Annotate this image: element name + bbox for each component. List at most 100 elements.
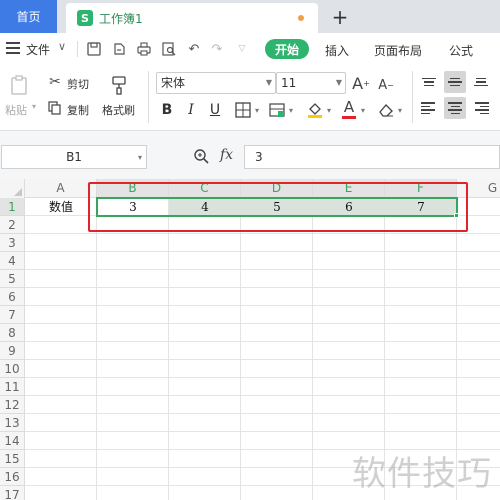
spreadsheet-icon: S xyxy=(77,10,93,26)
gridline xyxy=(25,341,500,342)
tab-bar: 首页 S 工作簿1 + xyxy=(0,0,500,33)
eraser-icon[interactable] xyxy=(377,101,395,119)
gridline xyxy=(25,269,500,270)
chevron-down-icon[interactable]: ▾ xyxy=(289,106,293,115)
font-size-select[interactable]: 11 ▼ xyxy=(276,72,346,94)
align-left-icon[interactable] xyxy=(418,97,440,119)
align-center-icon[interactable] xyxy=(444,97,466,119)
gridline xyxy=(25,431,500,432)
row-header-9[interactable]: 9 xyxy=(0,342,25,360)
row-header-10[interactable]: 10 xyxy=(0,360,25,378)
gridline xyxy=(25,287,500,288)
export-icon[interactable] xyxy=(111,41,127,57)
chevron-down-icon: ▾ xyxy=(137,153,142,162)
shrink-font-button[interactable]: A − xyxy=(377,76,395,94)
gridline xyxy=(25,233,500,234)
select-all-corner[interactable] xyxy=(0,179,25,198)
formula-input[interactable]: 3 xyxy=(244,145,500,169)
unsaved-dot-icon xyxy=(298,15,304,21)
format-painter-icon[interactable] xyxy=(108,73,130,97)
quick-access-dropdown-icon[interactable]: ▽ xyxy=(234,41,250,57)
chevron-down-icon[interactable]: ▾ xyxy=(255,106,259,115)
paste-button[interactable]: 粘贴 xyxy=(5,102,27,118)
scissors-icon: ✂ xyxy=(49,74,61,90)
gridline xyxy=(25,305,500,306)
tab-workbook[interactable]: S 工作簿1 xyxy=(66,3,318,33)
row-header-5[interactable]: 5 xyxy=(0,270,25,288)
watermark: 软件技巧 xyxy=(352,454,492,494)
new-tab-button[interactable]: + xyxy=(329,3,351,31)
cell-style-icon[interactable] xyxy=(268,101,286,119)
row-header-3[interactable]: 3 xyxy=(0,234,25,252)
chevron-down-icon[interactable]: ▾ xyxy=(398,106,402,115)
ribbon: 粘贴 ▾ ✂ 剪切 复制 格式刷 宋体 ▼ 11 ▼ A + A − B I U ▾… xyxy=(0,65,500,131)
menu-bar: 文件 ∨ ↶ ↷ ▽ 开始 插入 页面布局 公式 xyxy=(0,33,500,65)
tab-page-layout[interactable]: 页面布局 xyxy=(374,42,422,59)
column-header-a[interactable]: A xyxy=(25,179,97,198)
font-name-select[interactable]: 宋体 ▼ xyxy=(156,72,276,94)
italic-button[interactable]: I xyxy=(181,99,201,121)
font-name-value: 宋体 xyxy=(161,76,186,90)
divider xyxy=(412,71,413,123)
chevron-down-icon[interactable]: ▾ xyxy=(361,106,365,115)
align-right-icon[interactable] xyxy=(470,97,492,119)
divider xyxy=(148,71,149,123)
gridline xyxy=(25,413,500,414)
tab-formulas[interactable]: 公式 xyxy=(449,42,473,59)
format-painter-button[interactable]: 格式刷 xyxy=(102,102,135,118)
align-middle-icon[interactable] xyxy=(444,71,466,93)
row-header-13[interactable]: 13 xyxy=(0,414,25,432)
bold-button[interactable]: B xyxy=(157,99,177,121)
chevron-down-icon[interactable]: ▾ xyxy=(327,106,331,115)
print-icon[interactable] xyxy=(136,41,152,57)
copy-button[interactable]: 复制 xyxy=(67,102,89,118)
formula-bar: B1 ▾ fx 3 xyxy=(0,131,500,179)
align-bottom-icon[interactable] xyxy=(470,71,492,93)
gridline xyxy=(312,198,313,500)
borders-icon[interactable] xyxy=(234,101,252,119)
gridline xyxy=(96,198,97,500)
name-box[interactable]: B1 ▾ xyxy=(1,145,147,169)
save-icon[interactable] xyxy=(86,41,102,57)
cut-button[interactable]: 剪切 xyxy=(67,76,89,92)
row-header-1[interactable]: 1 xyxy=(0,198,25,216)
paste-icon[interactable] xyxy=(8,73,30,97)
row-header-11[interactable]: 11 xyxy=(0,378,25,396)
align-top-icon[interactable] xyxy=(418,71,440,93)
gridline xyxy=(240,198,241,500)
print-preview-icon[interactable] xyxy=(161,41,177,57)
cell-a1[interactable]: 数值 xyxy=(25,198,97,216)
name-box-value: B1 xyxy=(66,150,82,164)
row-header-4[interactable]: 4 xyxy=(0,252,25,270)
insert-function-button[interactable]: fx xyxy=(220,147,233,163)
hamburger-icon[interactable] xyxy=(6,42,20,54)
menu-file[interactable]: 文件 xyxy=(26,41,50,58)
redo-icon[interactable]: ↷ xyxy=(209,41,225,57)
gridline xyxy=(25,377,500,378)
grow-font-button[interactable]: A + xyxy=(352,74,370,93)
row-header-2[interactable]: 2 xyxy=(0,216,25,234)
tab-home[interactable]: 首页 xyxy=(0,0,57,33)
undo-icon[interactable]: ↶ xyxy=(186,41,202,57)
chevron-down-icon: ▼ xyxy=(335,78,342,87)
tab-workbook-title: 工作簿1 xyxy=(99,11,143,26)
gridline xyxy=(25,359,500,360)
row-header-8[interactable]: 8 xyxy=(0,324,25,342)
row-header-12[interactable]: 12 xyxy=(0,396,25,414)
fill-color-icon[interactable] xyxy=(305,100,325,120)
zoom-icon[interactable] xyxy=(193,148,209,168)
font-color-button[interactable]: A xyxy=(340,99,358,119)
divider xyxy=(77,41,78,57)
row-header-14[interactable]: 14 xyxy=(0,432,25,450)
paste-dropdown-icon[interactable]: ▾ xyxy=(32,102,36,111)
tab-insert[interactable]: 插入 xyxy=(325,42,349,59)
row-header-17[interactable]: 17 xyxy=(0,486,25,500)
gridline xyxy=(25,251,500,252)
tab-start[interactable]: 开始 xyxy=(265,39,309,59)
highlight-annotation-box xyxy=(88,182,468,232)
row-header-7[interactable]: 7 xyxy=(0,306,25,324)
underline-button[interactable]: U xyxy=(205,99,225,121)
row-header-6[interactable]: 6 xyxy=(0,288,25,306)
row-header-15[interactable]: 15 xyxy=(0,450,25,468)
row-header-16[interactable]: 16 xyxy=(0,468,25,486)
